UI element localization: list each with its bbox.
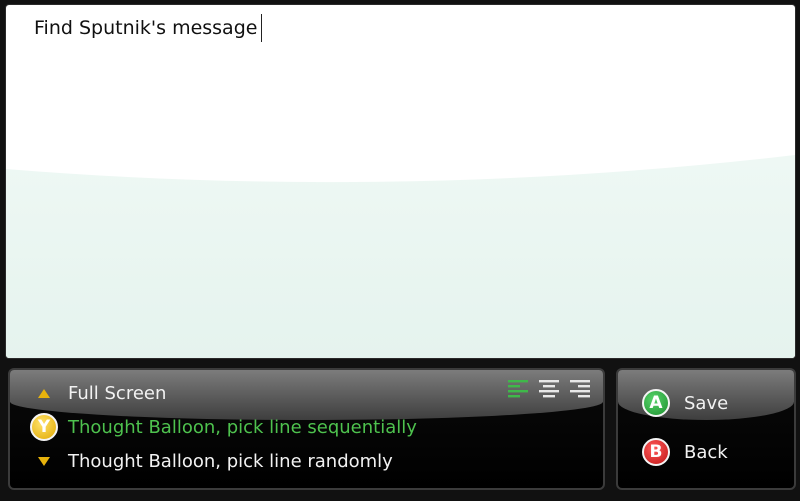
lead-slot bbox=[20, 388, 68, 398]
option-full-screen[interactable]: Full Screen bbox=[20, 378, 166, 408]
b-button-icon: B bbox=[642, 438, 670, 466]
alignment-toolbar bbox=[507, 378, 591, 398]
lead-slot: Y bbox=[20, 413, 68, 441]
text-editor[interactable]: Find Sputnik's message bbox=[5, 4, 796, 359]
option-label: Full Screen bbox=[68, 382, 167, 404]
a-button-icon: A bbox=[642, 389, 670, 417]
editor-text-value: Find Sputnik's message bbox=[34, 17, 258, 39]
arrow-down-icon bbox=[38, 456, 50, 466]
save-button[interactable]: A Save bbox=[642, 385, 728, 421]
actions-panel: A Save B Back bbox=[616, 368, 796, 490]
y-button-icon: Y bbox=[30, 413, 58, 441]
editor-background bbox=[6, 155, 795, 358]
option-label: Thought Balloon, pick line sequentially bbox=[68, 416, 417, 438]
align-right-icon[interactable] bbox=[569, 378, 591, 398]
arrow-up-icon bbox=[38, 388, 50, 398]
option-thought-balloon-random[interactable]: Thought Balloon, pick line randomly bbox=[20, 446, 393, 476]
back-button[interactable]: B Back bbox=[642, 434, 728, 470]
align-left-icon[interactable] bbox=[507, 378, 529, 398]
align-center-icon[interactable] bbox=[538, 378, 560, 398]
text-caret bbox=[261, 14, 263, 42]
lead-slot bbox=[20, 456, 68, 466]
option-label: Thought Balloon, pick line randomly bbox=[68, 450, 393, 472]
editor-text: Find Sputnik's message bbox=[34, 14, 263, 42]
options-panel: Full Screen Y Thought Balloon, pick line… bbox=[8, 368, 605, 490]
option-thought-balloon-sequential[interactable]: Y Thought Balloon, pick line sequentiall… bbox=[20, 412, 417, 442]
save-label: Save bbox=[684, 392, 729, 414]
back-label: Back bbox=[684, 441, 728, 463]
